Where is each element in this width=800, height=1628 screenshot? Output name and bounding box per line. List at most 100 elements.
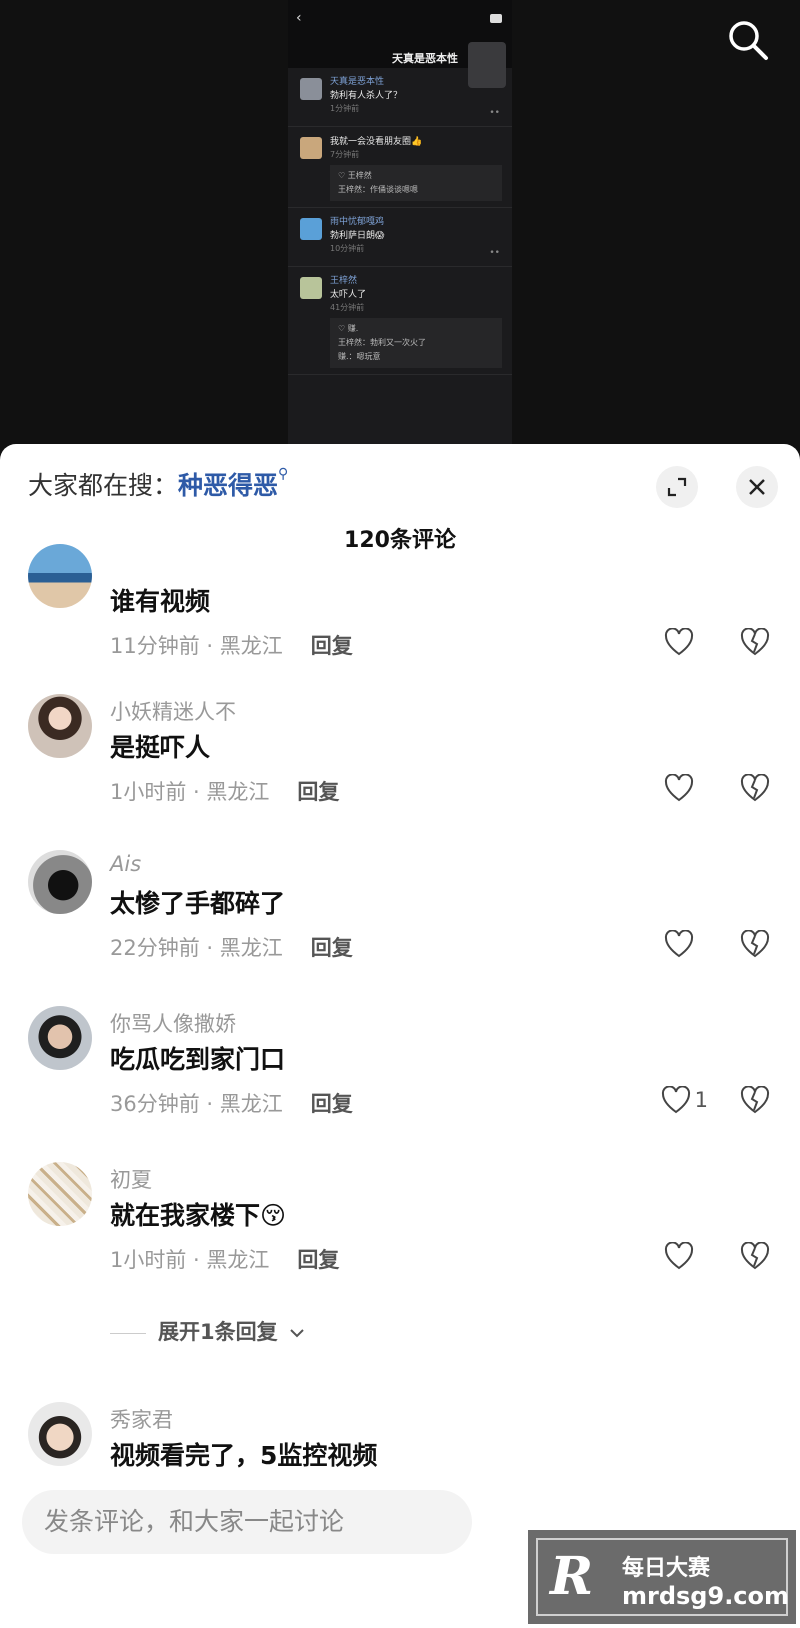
mini-name: 雨中忧郁嘎鸡 — [330, 217, 385, 227]
avatar[interactable] — [28, 1402, 92, 1466]
dislike-button[interactable] — [740, 929, 770, 962]
mini-time: 10分钟前 — [330, 244, 365, 253]
expand-replies-button[interactable]: 展开1条回复 — [110, 1316, 305, 1346]
close-icon — [749, 479, 765, 495]
avatar[interactable] — [28, 544, 92, 608]
avatar[interactable] — [28, 1006, 92, 1070]
reply-button[interactable]: 回复 — [297, 780, 339, 804]
more-icon: •• — [489, 108, 500, 118]
reply-button[interactable]: 回复 — [311, 1092, 353, 1116]
comment-text: 谁有视频 — [110, 587, 211, 616]
comment-text: 视频看完了，5监控视频 — [110, 1441, 378, 1470]
comment-time: 1小时前 · 黑龙江 — [110, 780, 270, 804]
mini-comment: 天真是恶本性 勃利有人杀人了？ 1分钟前 •• — [288, 68, 512, 127]
comment-meta: 36分钟前 · 黑龙江 回复 — [110, 1088, 353, 1118]
watermark-cn: 每日大赛 — [622, 1556, 711, 1581]
video-area[interactable]: ‹ 天真是恶本性 天真是恶本性 勃利有人杀人了？ 1分钟前 •• 我就一会没看朋… — [0, 0, 800, 460]
search-icon — [729, 21, 768, 60]
mini-time: 7分钟前 — [330, 150, 360, 159]
avatar[interactable] — [28, 694, 92, 758]
watermark-letter: R — [550, 1546, 594, 1607]
comment-meta: 1小时前 · 黑龙江 回复 — [110, 1244, 339, 1274]
comment-time: 11分钟前 · 黑龙江 — [110, 634, 283, 658]
like-button[interactable] — [664, 774, 694, 802]
mini-name: 天真是恶本性 — [330, 77, 385, 87]
comment-text: 吃瓜吃到家门口 — [110, 1045, 286, 1074]
dislike-button[interactable] — [740, 773, 770, 806]
search-icon: ⚲ — [278, 466, 289, 482]
screenshot-username: 天真是恶本性 — [392, 52, 458, 65]
mini-text: 太吓人了 — [330, 290, 367, 300]
broken-heart-icon — [740, 1241, 770, 1270]
mini-text: 勃利有人杀人了？ — [330, 91, 403, 101]
dislike-button[interactable] — [740, 1085, 770, 1118]
hot-search-keyword[interactable]: 种恶得恶 — [178, 471, 278, 500]
comment-meta: 22分钟前 · 黑龙江 回复 — [110, 932, 353, 962]
mini-avatar — [300, 78, 322, 100]
comment-time: 22分钟前 · 黑龙江 — [110, 936, 283, 960]
comment-time: 36分钟前 · 黑龙江 — [110, 1092, 283, 1116]
mini-name: 王梓然 — [330, 276, 358, 286]
dislike-button[interactable] — [740, 1241, 770, 1274]
heart-icon — [661, 1086, 690, 1114]
comment-username[interactable]: 你骂人像撒娇 — [110, 1008, 236, 1038]
broken-heart-icon — [740, 773, 770, 802]
comment-username[interactable]: Ais — [110, 852, 141, 876]
comment-text: 就在我家楼下😚 — [110, 1201, 287, 1230]
reply-button[interactable]: 回复 — [311, 936, 353, 960]
hot-search[interactable]: 大家都在搜：种恶得恶⚲ — [28, 466, 288, 502]
chevron-down-icon — [290, 1329, 304, 1338]
hot-search-label: 大家都在搜： — [28, 471, 179, 500]
screenshot-header: ‹ 天真是恶本性 — [288, 0, 512, 88]
expand-replies-label: 展开1条回复 — [158, 1320, 278, 1344]
mini-comment: 王梓然 太吓人了 41分钟前 ♡ 赚. 王梓然：勃利又一次火了 赚.：嗯玩意 — [288, 267, 512, 375]
comment-meta: 11分钟前 · 黑龙江 回复 — [110, 630, 353, 660]
comment-username[interactable]: 初夏 — [110, 1164, 152, 1194]
camera-icon — [490, 14, 502, 23]
comment-count: 120条评论 — [344, 528, 456, 553]
video-screenshot: ‹ 天真是恶本性 天真是恶本性 勃利有人杀人了？ 1分钟前 •• 我就一会没看朋… — [288, 0, 512, 460]
avatar[interactable] — [28, 850, 92, 914]
like-button[interactable] — [664, 628, 694, 656]
divider-line — [110, 1332, 146, 1334]
avatar[interactable] — [28, 1162, 92, 1226]
heart-icon — [664, 930, 694, 958]
like-button[interactable] — [664, 1242, 694, 1270]
search-button[interactable] — [726, 18, 770, 62]
like-button[interactable] — [664, 930, 694, 958]
reply-button[interactable]: 回复 — [311, 634, 353, 658]
mini-avatar — [300, 277, 322, 299]
mini-reply-name: ♡ 赚. — [338, 324, 359, 333]
mini-text: 勃利萨日朗😱 — [330, 231, 385, 241]
comment-input[interactable]: 发条评论，和大家一起讨论 — [22, 1490, 472, 1554]
mini-avatar — [300, 218, 322, 240]
watermark-frame: R 每日大赛 mrdsg9.com — [536, 1538, 789, 1616]
dislike-button[interactable] — [740, 627, 770, 660]
mini-reply-text: 王梓然：勃利又一次火了 — [338, 338, 426, 347]
mini-reply-text: 王梓然：作俑谈谈嗯嗯 — [338, 185, 418, 194]
comment-time: 1小时前 · 黑龙江 — [110, 1248, 270, 1272]
mini-comment: 我就一会没看朋友圈👍 7分钟前 ♡ 王梓然 王梓然：作俑谈谈嗯嗯 — [288, 127, 512, 208]
mini-avatar — [300, 137, 322, 159]
mini-reply-text: 赚.：嗯玩意 — [338, 352, 381, 361]
reply-button[interactable]: 回复 — [297, 1248, 339, 1272]
mini-reply: ♡ 王梓然 王梓然：作俑谈谈嗯嗯 — [330, 165, 502, 201]
mini-reply-name: ♡ 王梓然 — [338, 171, 372, 180]
like-button[interactable]: 1 — [661, 1086, 708, 1114]
comment-sheet: 大家都在搜：种恶得恶⚲ 120条评论 谁有视频 11分钟前 · 黑龙江 回复 小妖… — [0, 444, 800, 1628]
comment-meta: 1小时前 · 黑龙江 回复 — [110, 776, 339, 806]
broken-heart-icon — [740, 627, 770, 656]
heart-icon — [664, 774, 694, 802]
broken-heart-icon — [740, 1085, 770, 1114]
back-icon: ‹ — [296, 10, 302, 26]
comment-username[interactable]: 秀家君 — [110, 1404, 173, 1434]
comment-username[interactable]: 小妖精迷人不 — [110, 696, 236, 726]
close-button[interactable] — [736, 466, 778, 508]
mini-comment: 雨中忧郁嘎鸡 勃利萨日朗😱 10分钟前 •• — [288, 208, 512, 267]
heart-icon — [664, 628, 694, 656]
comment-text: 是挺吓人 — [110, 733, 211, 762]
mini-time: 1分钟前 — [330, 104, 360, 113]
expand-button[interactable] — [656, 466, 698, 508]
broken-heart-icon — [740, 929, 770, 958]
mini-text: 我就一会没看朋友圈👍 — [330, 137, 423, 147]
